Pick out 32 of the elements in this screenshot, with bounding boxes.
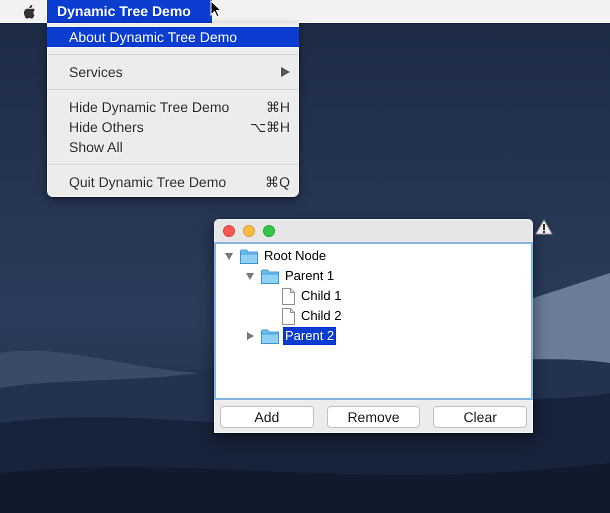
tree-node-label[interactable]: Child 1 <box>299 287 344 305</box>
shortcut-label: ⌘Q <box>265 172 290 192</box>
apple-logo-icon[interactable] <box>22 4 36 20</box>
app-menu[interactable]: Dynamic Tree Demo <box>47 0 212 23</box>
push-button[interactable]: Clear <box>433 406 528 428</box>
menu-item[interactable]: Quit Dynamic Tree Demo ⌘Q <box>47 172 299 192</box>
collapsed-arrow-icon[interactable] <box>245 331 255 341</box>
menu-item[interactable]: Services <box>47 62 299 82</box>
tree-node-label[interactable]: Parent 2 <box>283 327 336 345</box>
folder-icon <box>261 328 279 344</box>
document-icon <box>282 308 295 324</box>
expanded-arrow-icon[interactable] <box>224 251 234 261</box>
warning-icon <box>535 219 553 235</box>
menu-item[interactable]: Hide Dynamic Tree Demo ⌘H <box>47 97 299 117</box>
shortcut-label: ⌥⌘H <box>250 118 290 136</box>
menu-item[interactable]: Show All <box>47 137 299 157</box>
close-button[interactable] <box>223 224 235 236</box>
zoom-button[interactable] <box>263 224 275 236</box>
expanded-arrow-icon[interactable] <box>245 271 255 281</box>
menu-item[interactable]: About Dynamic Tree Demo <box>47 27 299 47</box>
mouse-pointer-icon <box>210 0 222 18</box>
tree-node-label[interactable]: Child 2 <box>299 307 344 325</box>
menu-item[interactable]: Hide Others ⌥⌘H <box>47 117 299 137</box>
shortcut-label: ⌘H <box>266 98 290 116</box>
tree-node-label[interactable]: Parent 1 <box>283 267 336 285</box>
document-icon <box>282 288 295 304</box>
push-button[interactable]: Remove <box>326 406 420 428</box>
folder-icon <box>261 268 279 284</box>
tree-node-label[interactable]: Root Node <box>262 247 328 265</box>
push-button[interactable]: Add <box>220 406 314 428</box>
submenu-arrow-icon <box>281 67 290 77</box>
folder-icon <box>240 248 258 264</box>
